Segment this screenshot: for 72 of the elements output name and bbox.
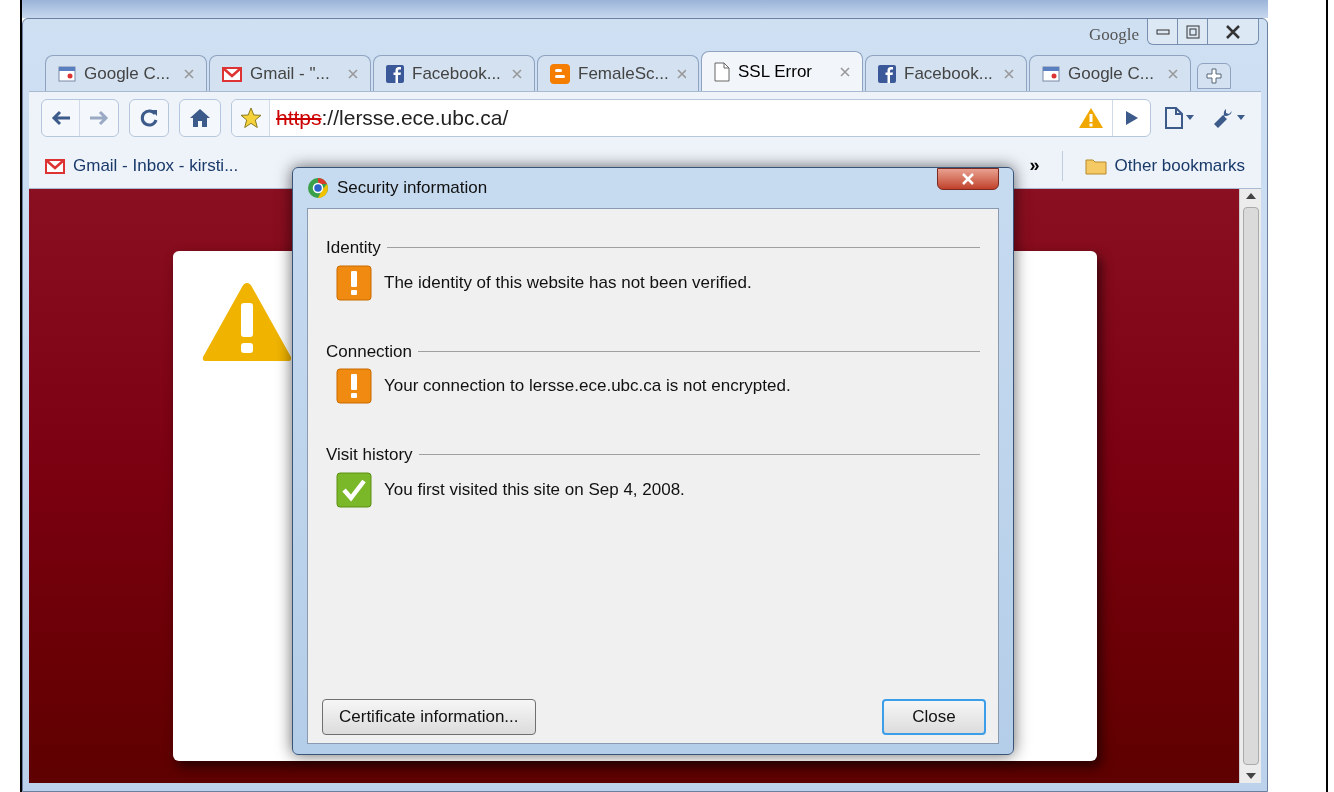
minimize-icon [1155, 28, 1170, 35]
warning-icon [336, 264, 372, 301]
bookmark-item[interactable]: Gmail - Inbox - kirsti... [45, 152, 239, 179]
facebook-icon [878, 64, 896, 83]
scroll-up-icon [1245, 193, 1256, 199]
dialog-button[interactable]: Certificate information... [322, 699, 536, 735]
forward-arrow-icon [89, 109, 109, 126]
browser-tab[interactable]: FemaleSc... [537, 55, 699, 91]
caret-icon [1237, 115, 1245, 120]
reload-button[interactable] [129, 98, 169, 137]
section-message: The identity of this website has not been verified. [384, 271, 752, 294]
browser-tab[interactable]: Gmail - "... [209, 55, 371, 91]
section-heading: Visit history [326, 444, 413, 466]
tab-title: Google C... [1068, 62, 1155, 85]
scroll-down-icon [1245, 773, 1256, 779]
folder-icon [1084, 156, 1107, 175]
tab-title: Facebook... [904, 62, 994, 85]
address-bar[interactable]: https://lersse.ece.ubc.ca/ [231, 98, 1151, 137]
close-icon[interactable] [840, 66, 850, 77]
browser-tab[interactable]: Facebook... [865, 55, 1027, 91]
section-message: Your connection to lersse.ece.ubc.ca is not encrypted. [384, 375, 791, 397]
window-title: Google [1088, 24, 1139, 46]
tab-title: Google C... [84, 62, 171, 85]
browser-tab[interactable]: SSL Error [701, 51, 863, 91]
url-text: https://lersse.ece.ubc.ca/ [276, 104, 510, 131]
envelope-icon [222, 65, 242, 82]
close-icon [961, 173, 975, 185]
page-icon [1165, 106, 1183, 129]
close-icon[interactable] [1168, 68, 1178, 79]
back-arrow-icon [50, 109, 71, 126]
plus-icon [1206, 68, 1222, 84]
scrollbar[interactable] [1239, 189, 1261, 783]
calendar-icon [58, 64, 76, 83]
close-icon[interactable] [676, 68, 686, 79]
tab-title: Facebook... [412, 62, 502, 85]
blogger-icon [550, 63, 570, 84]
tab-title: Gmail - "... [250, 62, 331, 85]
envelope-icon [45, 157, 65, 174]
home-icon [189, 107, 211, 128]
close-button[interactable] [937, 168, 999, 190]
star-icon[interactable] [239, 106, 262, 129]
browser-tab[interactable]: Google C... [1029, 55, 1191, 91]
facebook-icon [386, 64, 404, 83]
overflow-chevron[interactable]: » [1029, 152, 1040, 179]
section-heading: Identity [326, 237, 381, 259]
home-button[interactable] [179, 98, 221, 137]
page-icon [714, 61, 730, 82]
dialog-title: Security information [337, 177, 489, 200]
maximize-icon [1185, 24, 1200, 39]
play-icon [1124, 109, 1139, 126]
checkmark-icon [336, 471, 372, 508]
close-icon[interactable] [1004, 68, 1014, 79]
new-tab-button[interactable] [1197, 63, 1231, 89]
tab-title: SSL Error [738, 60, 813, 83]
other-bookmarks-item[interactable]: Other bookmarks [1084, 152, 1245, 179]
reload-icon [139, 107, 159, 128]
browser-tab[interactable]: Facebook... [373, 55, 535, 91]
warning-icon [1078, 106, 1104, 129]
warning-icon [336, 368, 372, 404]
warning-icon [201, 281, 293, 363]
caret-icon [1186, 115, 1194, 120]
close-icon[interactable] [184, 68, 194, 79]
dialog-button[interactable]: Close [882, 699, 986, 735]
chrome-logo-icon [307, 177, 329, 199]
close-icon [1225, 24, 1241, 39]
tab-title: FemaleSc... [578, 62, 669, 85]
browser-tab[interactable]: Google C... [45, 55, 207, 91]
section-heading: Connection [326, 340, 412, 363]
close-icon[interactable] [512, 68, 522, 79]
calendar-icon [1042, 64, 1060, 83]
section-message: You first visited this site on Sep 4, 2008. [384, 478, 685, 501]
close-icon[interactable] [348, 68, 358, 79]
